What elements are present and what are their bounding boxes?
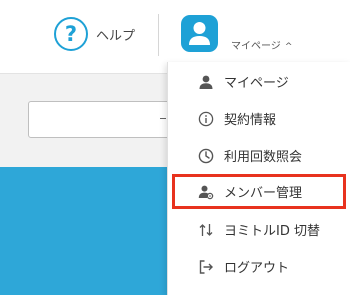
mypage-label: マイページ ^	[231, 37, 292, 52]
chevron-up-icon: ^	[284, 42, 293, 52]
person-icon	[198, 74, 214, 90]
clock-icon	[198, 148, 214, 164]
member-settings-icon	[198, 184, 214, 200]
help-label: ヘルプ	[96, 28, 136, 44]
menu-item-label: ヨミトルID 切替	[224, 224, 320, 239]
info-icon	[198, 111, 214, 127]
header-divider	[158, 14, 159, 56]
mypage-label-text: マイページ	[231, 41, 281, 52]
menu-item-logout[interactable]: ログアウト	[168, 248, 350, 285]
mypage-dropdown-menu: マイページ 契約情報 利用回数照会 メンバー管理 ヨミトルID 切替 ログアウト	[167, 62, 350, 295]
menu-item-contract-info[interactable]: 契約情報	[168, 100, 350, 137]
help-icon: ?	[54, 17, 88, 51]
menu-item-mypage[interactable]: マイページ	[168, 63, 350, 100]
user-avatar-icon	[181, 15, 218, 52]
switch-arrows-icon	[198, 222, 214, 238]
menu-item-usage-inquiry[interactable]: 利用回数照会	[168, 137, 350, 174]
search-input[interactable]	[28, 101, 190, 138]
menu-item-label: ログアウト	[224, 261, 290, 276]
search-separator	[160, 118, 166, 119]
menu-item-label: 契約情報	[224, 113, 277, 128]
menu-item-member-management[interactable]: メンバー管理	[172, 174, 346, 209]
logout-icon	[198, 259, 214, 275]
menu-item-switch-yomitoru-id[interactable]: ヨミトルID 切替	[168, 211, 350, 248]
menu-item-label: メンバー管理	[224, 186, 303, 201]
menu-item-label: 利用回数照会	[224, 150, 303, 165]
help-link[interactable]: ? ヘルプ	[54, 16, 135, 52]
menu-item-label: マイページ	[224, 76, 289, 91]
